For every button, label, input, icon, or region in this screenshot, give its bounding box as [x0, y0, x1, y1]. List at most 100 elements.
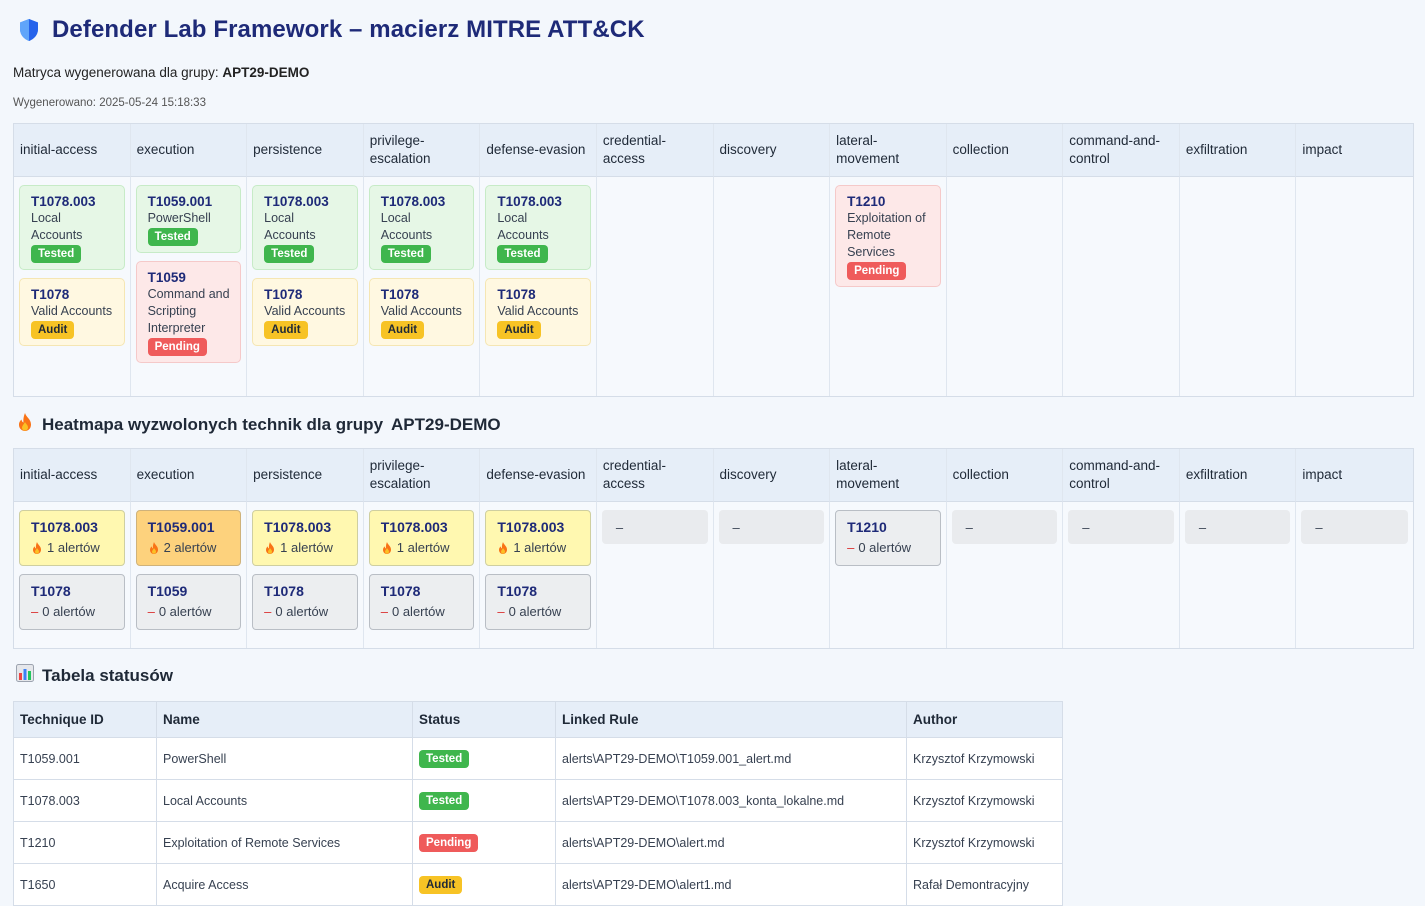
column-header[interactable]: Name — [156, 701, 413, 738]
alert-count: 1 alertów — [381, 539, 464, 557]
heatmap-column-initial-access: T1078.003 1 alertów T1078 – 0 alertów — [14, 502, 131, 648]
alert-count: – 0 alertów — [31, 603, 114, 621]
technique-name: Valid Accounts — [31, 304, 113, 318]
tactic-header-initial-access[interactable]: initial-access — [14, 449, 131, 502]
tactic-header-discovery[interactable]: discovery — [713, 449, 831, 502]
heatmap-cell[interactable]: T1078.003 1 alertów — [368, 510, 475, 566]
technique-id: T1210 — [847, 194, 886, 209]
technique-card[interactable]: T1078.003 Local Accounts Tested — [252, 185, 358, 270]
status-badge: Tested — [147, 228, 198, 246]
heatmap-cell[interactable]: T1078.003 1 alertów — [19, 510, 125, 566]
heatmap-title-prefix: Heatmapa wyzwolonych technik dla grupy — [42, 414, 384, 434]
tactic-header-exfiltration[interactable]: exfiltration — [1179, 449, 1297, 502]
tactic-header-defense-evasion[interactable]: defense-evasion — [480, 124, 597, 177]
alert-count: 1 alertów — [497, 539, 580, 557]
table-row[interactable]: T1210 Exploitation of Remote Services Pend… — [13, 821, 1063, 864]
heatmap-cell[interactable]: T1078.003 1 alertów — [252, 510, 358, 566]
tactic-column-defense-evasion: T1078.003 Local Accounts Tested T1078 Valid … — [480, 177, 597, 396]
tactic-header-lateral-movement[interactable]: lateral-movement — [830, 124, 947, 177]
heatmap-column-defense-evasion: T1078.003 1 alertów T1078 – 0 alertów — [480, 502, 597, 648]
fire-icon — [264, 541, 276, 555]
technique-name: Local Accounts — [380, 211, 433, 242]
heatmap-cell[interactable]: T1078 – 0 alertów — [485, 574, 591, 630]
tactic-header-persistence[interactable]: persistence — [247, 449, 364, 502]
technique-card[interactable]: T1078 Valid Accounts Audit — [485, 278, 591, 346]
technique-card[interactable]: T1059.001 PowerShell Tested — [135, 185, 242, 253]
zero-dash: – — [264, 604, 272, 619]
tactic-header-lateral-movement[interactable]: lateral-movement — [830, 449, 947, 502]
table-row[interactable]: T1650 Acquire Access Audit alerts\APT29-DEM… — [13, 863, 1063, 906]
tactic-header-privilege-escalation[interactable]: privilege-escalation — [363, 124, 481, 177]
author-cell: Rafał Demontracyjny — [906, 863, 1063, 906]
technique-card[interactable]: T1078 Valid Accounts Audit — [19, 278, 125, 346]
technique-card[interactable]: T1078.003 Local Accounts Tested — [19, 185, 125, 270]
tactic-header-execution[interactable]: execution — [130, 124, 248, 177]
alert-count-text: 0 alertów — [858, 540, 912, 555]
heatmap-cell[interactable]: T1078 – 0 alertów — [368, 574, 475, 630]
technique-card[interactable]: T1078.003 Local Accounts Tested — [485, 185, 591, 270]
heatmap-cell[interactable]: T1210 – 0 alertów — [835, 510, 941, 566]
zero-dash: – — [380, 604, 388, 619]
column-header[interactable]: Technique ID — [13, 701, 157, 738]
tactic-header-command-and-control[interactable]: command-and-control — [1063, 449, 1180, 502]
tactic-header-privilege-escalation[interactable]: privilege-escalation — [363, 449, 481, 502]
tactic-header-collection[interactable]: collection — [946, 449, 1064, 502]
tactic-header-command-and-control[interactable]: command-and-control — [1063, 124, 1180, 177]
linked-rule-cell: alerts\APT29-DEMO\T1078.003_konta_lokaln… — [555, 779, 907, 822]
tactic-header-exfiltration[interactable]: exfiltration — [1179, 124, 1297, 177]
column-header[interactable]: Author — [906, 701, 1063, 738]
heatmap-empty-cell: – — [951, 510, 1058, 544]
technique-card[interactable]: T1078.003 Local Accounts Tested — [368, 185, 475, 270]
zero-dash: – — [31, 604, 39, 619]
table-row[interactable]: T1059.001 PowerShell Tested alerts\APT29-DE… — [13, 737, 1063, 780]
heatmap-matrix: initial-access execution persistence privil… — [13, 448, 1414, 649]
page-title: Defender Lab Framework – macierz MITRE A… — [52, 16, 645, 43]
tactic-header-impact[interactable]: impact — [1296, 124, 1413, 177]
technique-id-cell: T1210 — [13, 821, 157, 864]
linked-rule-cell: alerts\APT29-DEMO\alert1.md — [555, 863, 907, 906]
tactic-header-persistence[interactable]: persistence — [247, 124, 364, 177]
alert-count: – 0 alertów — [264, 603, 347, 621]
zero-dash: – — [497, 604, 505, 619]
technique-card[interactable]: T1078 Valid Accounts Audit — [368, 278, 475, 346]
column-header[interactable]: Status — [412, 701, 556, 738]
name-cell: Acquire Access — [156, 863, 413, 906]
technique-id: T1078.003 — [31, 519, 98, 535]
column-header[interactable]: Linked Rule — [555, 701, 907, 738]
heatmap-cell[interactable]: T1059 – 0 alertów — [135, 574, 242, 630]
heatmap-column-command-and-control: – — [1063, 502, 1180, 648]
technique-card[interactable]: T1210 Exploitation of Remote Services Pend… — [835, 185, 941, 287]
technique-card[interactable]: T1078 Valid Accounts Audit — [252, 278, 358, 346]
heatmap-cell[interactable]: T1078 – 0 alertów — [252, 574, 358, 630]
technique-id: T1078.003 — [264, 519, 332, 535]
group-name: APT29-DEMO — [222, 65, 310, 80]
technique-id: T1078.003 — [380, 194, 446, 209]
alert-count: 1 alertów — [31, 539, 114, 557]
heatmap-cell[interactable]: T1078 – 0 alertów — [19, 574, 125, 630]
status-badge: Tested — [497, 245, 548, 263]
alert-count-text: 1 alertów — [47, 540, 100, 555]
status-badge: Tested — [419, 791, 470, 810]
heatmap-title: Heatmapa wyzwolonych technik dla grupy A… — [16, 412, 501, 437]
table-row[interactable]: T1078.003 Local Accounts Tested alerts\APT2… — [13, 779, 1063, 822]
technique-name: Valid Accounts — [380, 304, 462, 318]
tactic-header-defense-evasion[interactable]: defense-evasion — [480, 449, 597, 502]
tactic-header-credential-access[interactable]: credential-access — [596, 449, 714, 502]
tactic-header-execution[interactable]: execution — [130, 449, 248, 502]
heatmap-cell[interactable]: T1078.003 1 alertów — [485, 510, 591, 566]
alert-count-text: 1 alertów — [396, 540, 450, 555]
tactic-header-credential-access[interactable]: credential-access — [596, 124, 714, 177]
tactic-header-discovery[interactable]: discovery — [713, 124, 831, 177]
tactic-header-impact[interactable]: impact — [1296, 449, 1413, 502]
tactic-column-lateral-movement: T1210 Exploitation of Remote Services Pend… — [830, 177, 947, 396]
technique-card[interactable]: T1059 Command and Scripting Interpreter Pe… — [135, 261, 242, 363]
alert-count-text: 0 alertów — [275, 604, 329, 619]
tactic-header-collection[interactable]: collection — [946, 124, 1064, 177]
fire-icon — [16, 412, 34, 437]
status-badge: Pending — [419, 833, 479, 852]
status-badge: Pending — [847, 262, 907, 280]
technique-id: T1078 — [264, 287, 303, 302]
heatmap-cell[interactable]: T1059.001 2 alertów — [135, 510, 242, 566]
alert-count-text: 0 alertów — [508, 604, 562, 619]
tactic-header-initial-access[interactable]: initial-access — [14, 124, 131, 177]
